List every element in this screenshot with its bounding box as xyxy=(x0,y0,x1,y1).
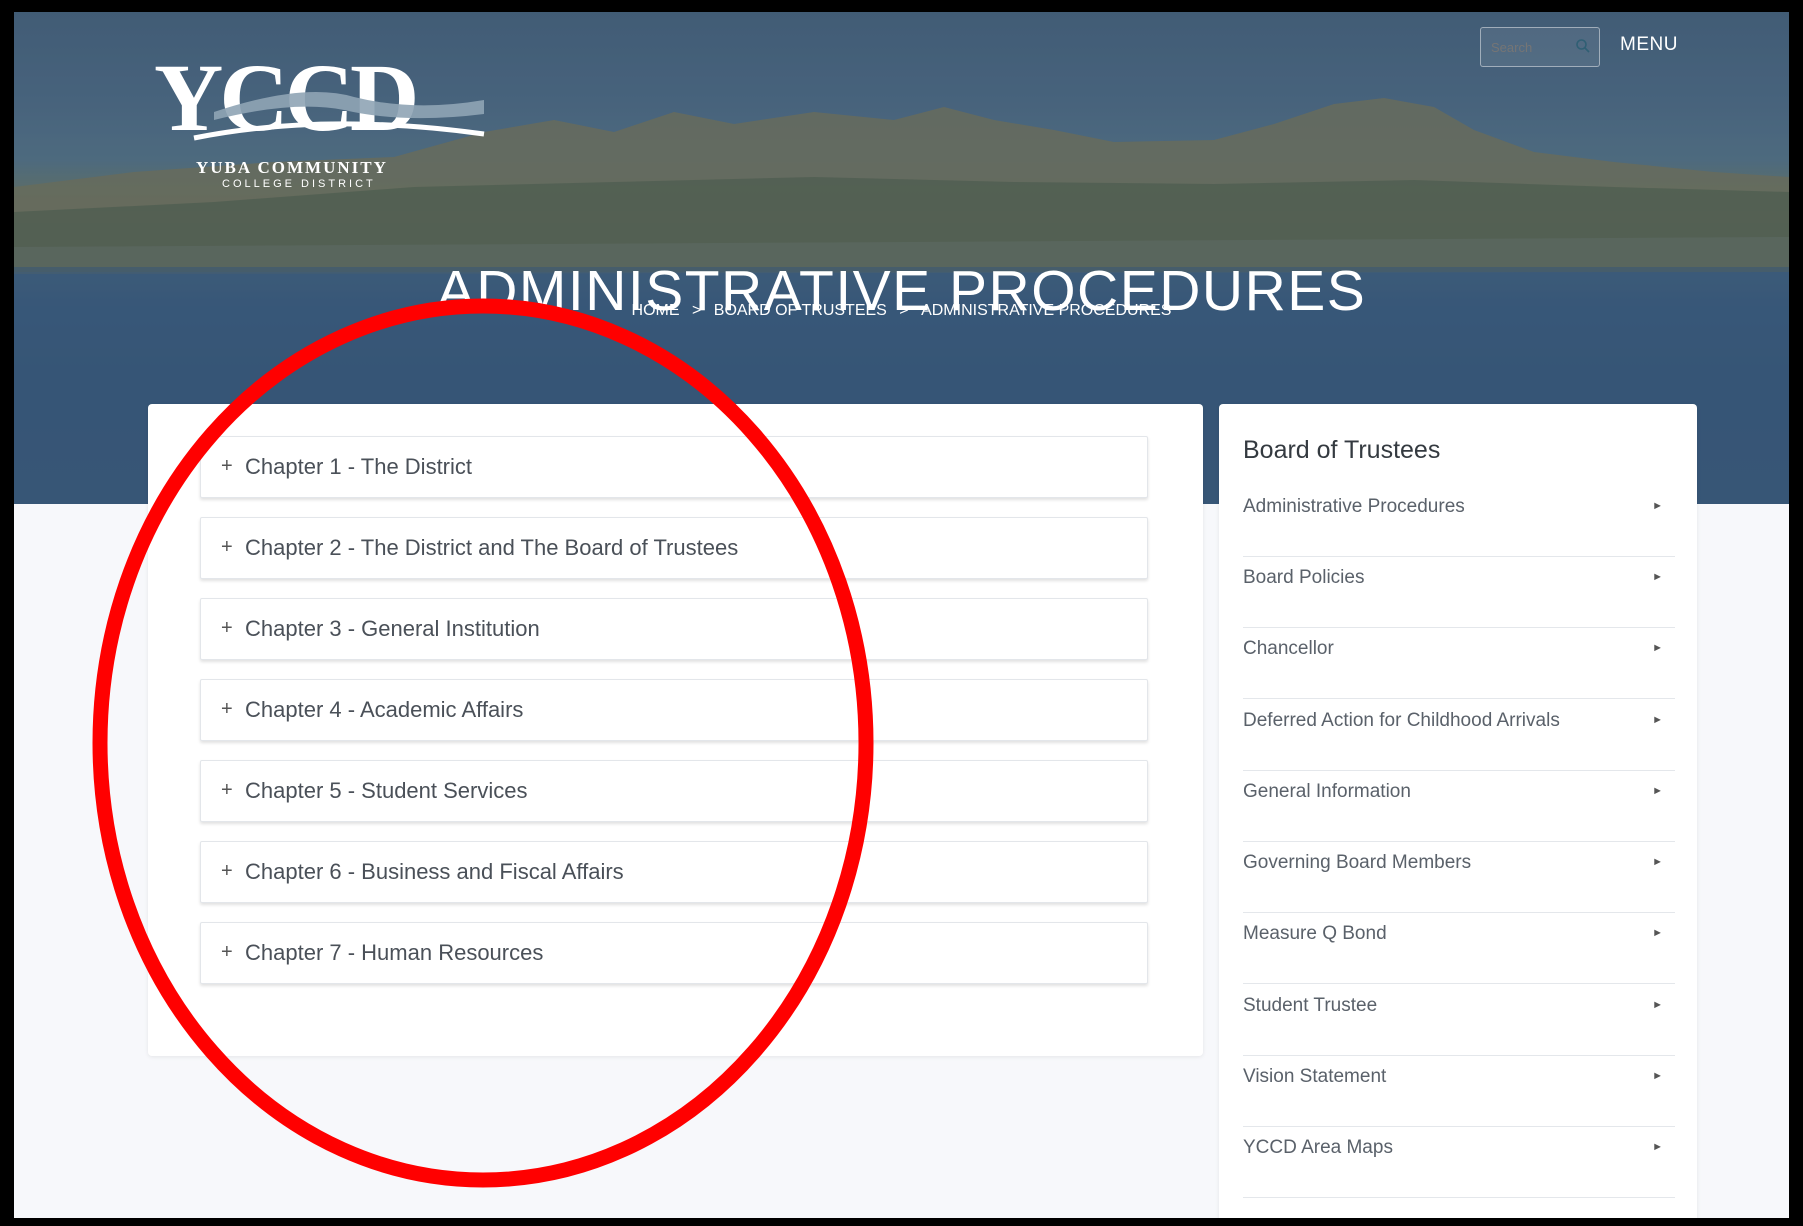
chapter-6-accordion[interactable]: + Chapter 6 - Business and Fiscal Affair… xyxy=(200,841,1148,903)
expand-plus-icon: + xyxy=(221,617,233,639)
logo-text-line2: COLLEGE DISTRICT xyxy=(222,178,376,190)
yccd-logo[interactable]: YCCD YUBA COMMUNITY COLLEGE DISTRICT xyxy=(154,42,494,190)
sidebar-board-of-trustees: Board of Trustees Administrative Procedu… xyxy=(1219,404,1697,1218)
breadcrumb-current-page: ADMINISTRATIVE PROCEDURES xyxy=(921,302,1172,319)
expand-plus-icon: + xyxy=(221,941,233,963)
chapter-label: Chapter 2 - The District and The Board o… xyxy=(245,535,739,560)
sidebar-item-board-policies[interactable]: Board Policies ► xyxy=(1243,557,1675,628)
sidebar-item-label: YCCD Area Maps xyxy=(1243,1137,1393,1158)
search-box[interactable] xyxy=(1480,27,1600,67)
menu-button[interactable]: MENU xyxy=(1620,34,1678,56)
chapter-4-accordion[interactable]: + Chapter 4 - Academic Affairs xyxy=(200,679,1148,741)
arrow-right-icon: ► xyxy=(1652,642,1663,654)
chapter-5-accordion[interactable]: + Chapter 5 - Student Services xyxy=(200,760,1148,822)
sidebar-item-vision-statement[interactable]: Vision Statement ► xyxy=(1243,1056,1675,1127)
sidebar-item-label: Student Trustee xyxy=(1243,995,1378,1016)
sidebar-item-daca[interactable]: Deferred Action for Childhood Arrivals ► xyxy=(1243,700,1675,771)
sidebar-item-general-information[interactable]: General Information ► xyxy=(1243,771,1675,842)
chapter-2-accordion[interactable]: + Chapter 2 - The District and The Board… xyxy=(200,517,1148,579)
search-icon[interactable] xyxy=(1575,38,1591,54)
arrow-right-icon: ► xyxy=(1652,785,1663,797)
chapter-label: Chapter 7 - Human Resources xyxy=(245,940,544,965)
search-input[interactable] xyxy=(1489,36,1573,58)
sidebar-item-label: Vision Statement xyxy=(1243,1066,1387,1087)
expand-plus-icon: + xyxy=(221,536,233,558)
breadcrumb-separator: > xyxy=(691,302,702,319)
chapter-label: Chapter 5 - Student Services xyxy=(245,778,528,803)
chapter-1-accordion[interactable]: + Chapter 1 - The District xyxy=(200,436,1148,498)
chapter-label: Chapter 4 - Academic Affairs xyxy=(245,697,524,722)
sidebar-item-yccd-area-maps[interactable]: YCCD Area Maps ► xyxy=(1243,1127,1675,1198)
sidebar-item-measure-q-bond[interactable]: Measure Q Bond ► xyxy=(1243,913,1675,984)
expand-plus-icon: + xyxy=(221,860,233,882)
chapter-label: Chapter 6 - Business and Fiscal Affairs xyxy=(245,859,624,884)
chapter-7-accordion[interactable]: + Chapter 7 - Human Resources xyxy=(200,922,1148,984)
breadcrumb-board-of-trustees-link[interactable]: BOARD OF TRUSTEES xyxy=(714,302,887,319)
yccd-logo-mark: YCCD xyxy=(154,44,485,151)
browser-viewport: YCCD YUBA COMMUNITY COLLEGE DISTRICT MEN… xyxy=(14,12,1789,1218)
arrow-right-icon: ► xyxy=(1652,999,1663,1011)
arrow-right-icon: ► xyxy=(1652,927,1663,939)
sidebar-item-student-trustee[interactable]: Student Trustee ► xyxy=(1243,985,1675,1056)
arrow-right-icon: ► xyxy=(1652,1141,1663,1153)
sidebar-item-governing-board-members[interactable]: Governing Board Members ► xyxy=(1243,842,1675,913)
arrow-right-icon: ► xyxy=(1652,1070,1663,1082)
logo-text-line1: YUBA COMMUNITY xyxy=(196,158,388,177)
sidebar-item-label: Governing Board Members xyxy=(1243,852,1472,873)
sidebar-item-chancellor[interactable]: Chancellor ► xyxy=(1243,628,1675,699)
breadcrumb-home-link[interactable]: HOME xyxy=(632,302,680,319)
chapters-card: + Chapter 1 - The District + Chapter 2 -… xyxy=(148,404,1203,1056)
chapter-3-accordion[interactable]: + Chapter 3 - General Institution xyxy=(200,598,1148,660)
arrow-right-icon: ► xyxy=(1652,714,1663,726)
expand-plus-icon: + xyxy=(221,779,233,801)
sidebar-item-label: Measure Q Bond xyxy=(1243,923,1387,944)
sidebar-item-label: General Information xyxy=(1243,781,1411,802)
sidebar-item-label: Chancellor xyxy=(1243,638,1334,659)
chapter-label: Chapter 1 - The District xyxy=(245,454,473,479)
sidebar-item-label: Administrative Procedures xyxy=(1243,496,1465,517)
expand-plus-icon: + xyxy=(221,698,233,720)
sidebar-item-label: Deferred Action for Childhood Arrivals xyxy=(1243,710,1560,731)
arrow-right-icon: ► xyxy=(1652,571,1663,583)
breadcrumb: HOME > BOARD OF TRUSTEES > ADMINISTRATIV… xyxy=(14,302,1789,320)
sidebar-title: Board of Trustees xyxy=(1243,436,1441,464)
chapter-label: Chapter 3 - General Institution xyxy=(245,616,540,641)
sidebar-item-label: Board Policies xyxy=(1243,567,1365,588)
sidebar-item-administrative-procedures[interactable]: Administrative Procedures ► xyxy=(1243,486,1675,557)
expand-plus-icon: + xyxy=(221,455,233,477)
arrow-right-icon: ► xyxy=(1652,856,1663,868)
arrow-right-icon: ► xyxy=(1652,500,1663,512)
breadcrumb-separator: > xyxy=(899,302,909,319)
